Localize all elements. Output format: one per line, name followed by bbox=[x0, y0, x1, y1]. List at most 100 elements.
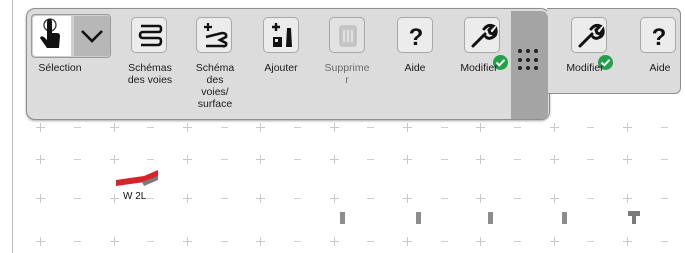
question-icon: ? bbox=[409, 24, 424, 51]
grid-marker bbox=[661, 198, 668, 199]
wrench-icon bbox=[578, 23, 605, 48]
grid-marker bbox=[476, 194, 485, 203]
grid-marker bbox=[294, 127, 301, 128]
grid-marker bbox=[110, 123, 119, 132]
grid-marker bbox=[550, 237, 559, 246]
grid-marker bbox=[623, 123, 632, 132]
grid-marker bbox=[441, 241, 448, 242]
pointer-button[interactable] bbox=[33, 16, 71, 56]
track-diagrams-label[interactable]: Schémas des voies bbox=[120, 62, 180, 86]
trash-icon bbox=[339, 25, 357, 47]
signal-marker[interactable] bbox=[416, 212, 421, 224]
label-line: Schémas bbox=[128, 62, 172, 74]
grid-marker bbox=[221, 127, 228, 128]
grid-marker bbox=[221, 198, 228, 199]
grid-marker bbox=[147, 241, 154, 242]
grid-marker bbox=[441, 198, 448, 199]
delete-button[interactable] bbox=[329, 17, 365, 53]
grid-marker bbox=[514, 127, 521, 128]
grid-marker bbox=[587, 241, 594, 242]
grid-marker bbox=[514, 241, 521, 242]
grid-marker bbox=[403, 123, 412, 132]
grid-marker bbox=[661, 241, 668, 242]
grid-marker bbox=[221, 159, 228, 160]
grid-marker bbox=[74, 127, 81, 128]
grid-marker bbox=[36, 155, 45, 164]
hand-pointer-icon bbox=[40, 18, 60, 48]
grid-marker bbox=[587, 127, 594, 128]
add-item-button[interactable] bbox=[263, 17, 299, 53]
modify-label[interactable]: Modifier bbox=[452, 62, 506, 74]
signal-marker[interactable] bbox=[340, 212, 345, 224]
selection-label: Sélection bbox=[38, 62, 82, 74]
grid-marker bbox=[367, 241, 374, 242]
add-item-icon bbox=[272, 23, 292, 47]
grid-marker bbox=[367, 127, 374, 128]
add-item-label[interactable]: Ajouter bbox=[252, 62, 310, 74]
grid-marker bbox=[183, 194, 192, 203]
signal-marker[interactable] bbox=[488, 212, 493, 224]
label-line: r bbox=[345, 74, 349, 86]
track-piece-label: W 2L bbox=[123, 191, 147, 202]
grip-dots-icon bbox=[518, 49, 540, 71]
svg-text:?: ? bbox=[652, 24, 667, 51]
grid-marker bbox=[623, 237, 632, 246]
delete-label[interactable]: Supprime r bbox=[317, 62, 377, 86]
grid-marker bbox=[110, 155, 119, 164]
track-surface-button[interactable] bbox=[196, 17, 232, 53]
selection-dropdown-button[interactable] bbox=[74, 16, 110, 56]
help-button[interactable]: ? bbox=[397, 17, 433, 53]
grid-marker bbox=[330, 194, 339, 203]
track-piece-w2l[interactable] bbox=[114, 168, 160, 188]
grid-marker bbox=[441, 127, 448, 128]
grid-marker bbox=[74, 159, 81, 160]
modify-button[interactable] bbox=[464, 17, 500, 53]
grid-marker bbox=[294, 241, 301, 242]
secondary-help-label[interactable]: Aide bbox=[640, 62, 680, 74]
grid-marker bbox=[330, 123, 339, 132]
label-line: des voies bbox=[127, 74, 173, 86]
question-icon: ? bbox=[652, 24, 667, 51]
secondary-modify-label[interactable]: Modifier bbox=[556, 62, 614, 74]
secondary-modify-button[interactable] bbox=[571, 17, 607, 53]
grid-marker bbox=[550, 155, 559, 164]
grid-marker bbox=[367, 198, 374, 199]
label-line: Schéma bbox=[195, 62, 235, 74]
buffer-stop-marker[interactable] bbox=[628, 211, 640, 224]
selection-mode-control[interactable] bbox=[31, 14, 111, 58]
grid-marker bbox=[256, 237, 265, 246]
help-label[interactable]: Aide bbox=[392, 62, 438, 74]
track-surface-label[interactable]: Schéma des voies/ surface bbox=[185, 62, 245, 110]
grid-marker bbox=[514, 198, 521, 199]
grid-marker bbox=[110, 237, 119, 246]
grid-marker bbox=[441, 159, 448, 160]
grid-marker bbox=[74, 198, 81, 199]
grid-marker bbox=[36, 123, 45, 132]
grid-marker bbox=[403, 155, 412, 164]
grid-marker bbox=[74, 241, 81, 242]
grid-marker bbox=[550, 123, 559, 132]
grid-marker bbox=[623, 155, 632, 164]
label-line: voies/ bbox=[201, 86, 229, 98]
signal-marker[interactable] bbox=[562, 212, 567, 224]
grid-marker bbox=[256, 155, 265, 164]
grid-marker bbox=[476, 123, 485, 132]
svg-text:?: ? bbox=[409, 24, 424, 51]
canvas-left-border bbox=[12, 0, 13, 253]
grid-marker bbox=[587, 198, 594, 199]
grid-marker bbox=[147, 198, 154, 199]
toolbar-drag-handle[interactable] bbox=[511, 11, 548, 119]
grid-marker bbox=[403, 194, 412, 203]
grid-marker bbox=[183, 155, 192, 164]
label-line: Supprime bbox=[324, 62, 370, 74]
grid-marker bbox=[587, 159, 594, 160]
grid-marker bbox=[221, 241, 228, 242]
grid-marker bbox=[256, 123, 265, 132]
track-diagrams-icon bbox=[138, 24, 163, 47]
secondary-help-button[interactable]: ? bbox=[640, 17, 676, 53]
label-line: des bbox=[206, 74, 224, 86]
track-diagrams-button[interactable] bbox=[131, 17, 167, 53]
grid-marker bbox=[367, 159, 374, 160]
grid-marker bbox=[623, 194, 632, 203]
grid-marker bbox=[403, 237, 412, 246]
